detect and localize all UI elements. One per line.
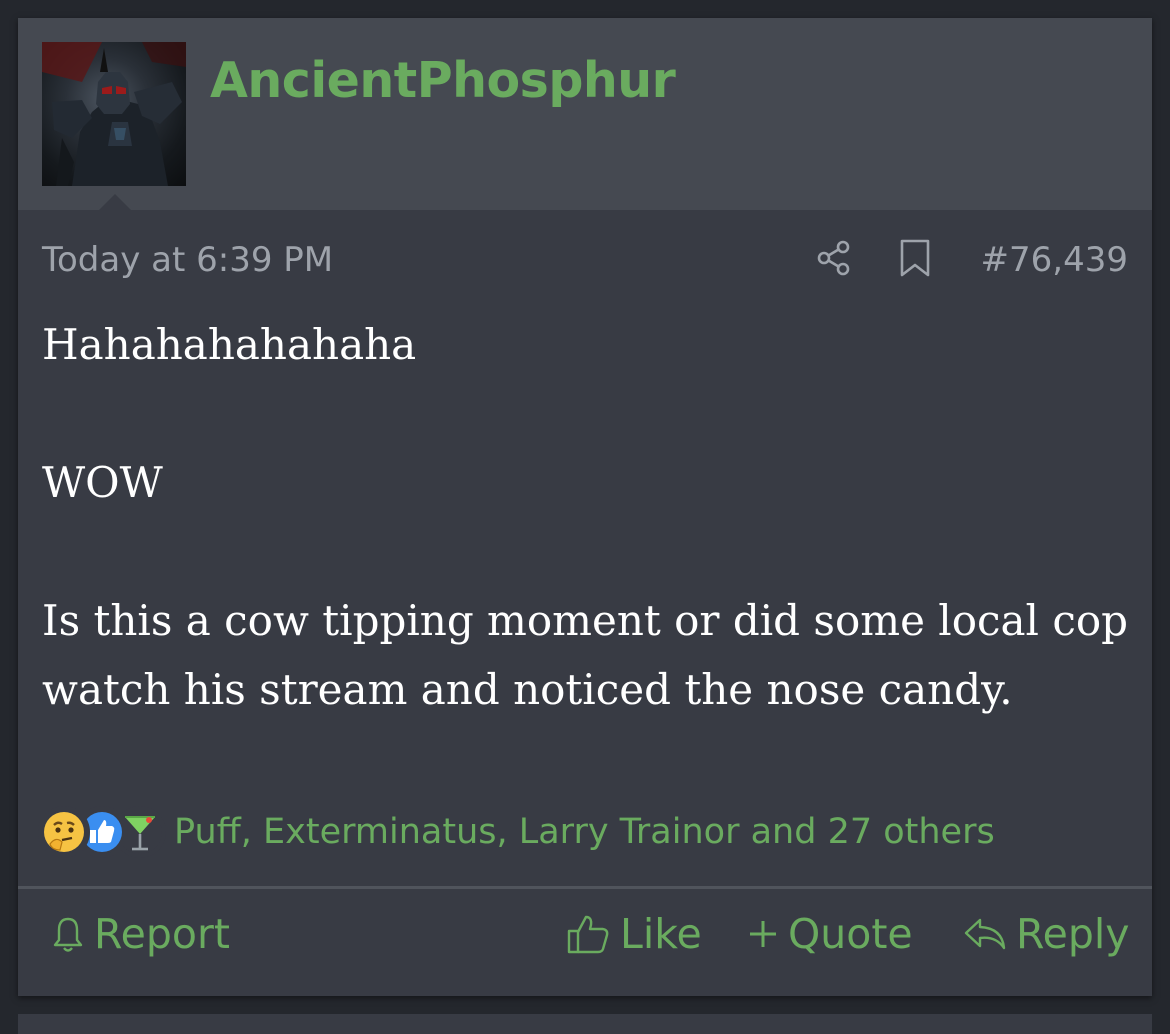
post-header: AncientPhosphur [18,18,1152,210]
reaction-users-link[interactable]: Puff, Exterminatus, Larry Trainor and 27… [174,812,995,852]
quote-label: Quote [788,910,913,958]
quote-button[interactable]: Quote [746,904,913,964]
share-icon[interactable] [815,239,853,281]
like-label: Like [620,910,702,958]
next-post-card [18,1014,1152,1034]
reply-arrow-icon [964,918,1006,950]
header-pointer [99,194,131,210]
post-meta-tools: #76,439 [815,236,1128,284]
bell-icon [53,917,83,952]
username-link[interactable]: AncientPhosphur [210,52,676,109]
bookmark-icon[interactable] [899,238,931,282]
post-body-line: WOW [42,458,163,507]
thinking-emoji-icon [38,806,90,858]
post-body-line: Is this a cow tipping moment or did some… [42,596,1129,714]
footer-divider [18,886,1152,889]
post-number-link[interactable]: #76,439 [981,240,1128,280]
reply-label: Reply [1016,910,1130,958]
post-timestamp[interactable]: Today at 6:39 PM [42,240,333,280]
post-body-line: Hahahahahahaha [42,320,417,369]
report-button[interactable]: Report [50,904,230,964]
report-label: Report [94,910,230,958]
post-body: Hahahahahahaha WOW Is this a cow tipping… [42,310,1132,724]
plus-icon [750,921,776,947]
like-button[interactable]: Like [566,904,702,964]
reactions-bar[interactable]: Puff, Exterminatus, Larry Trainor and 27… [38,804,995,860]
reply-button[interactable]: Reply [962,904,1130,964]
avatar[interactable] [42,42,186,186]
thumbs-up-icon [567,915,609,954]
post-card: AncientPhosphur Today at 6:39 PM #76,439… [18,18,1152,996]
